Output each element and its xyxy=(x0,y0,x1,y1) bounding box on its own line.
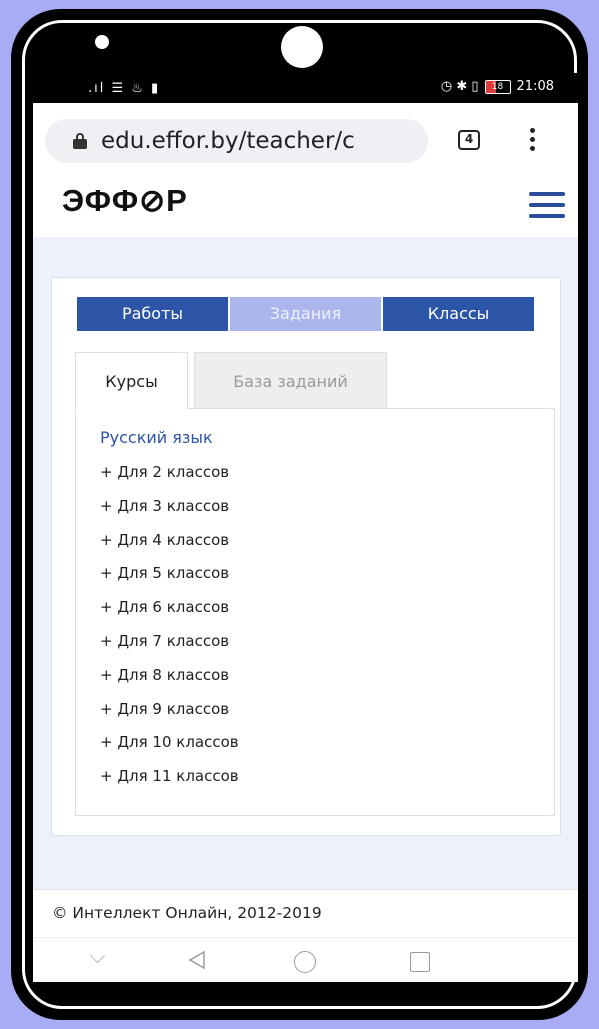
page-content: Работы Задания Классы Курсы База заданий… xyxy=(33,237,578,889)
course-list: + Для 2 классов + Для 3 классов + Для 4 … xyxy=(100,461,239,799)
url-text[interactable]: edu.effor.by/teacher/c xyxy=(101,128,355,154)
chevron-down-icon[interactable] xyxy=(90,948,105,963)
status-icons-left: .ıl ☰ ♨ ▮ xyxy=(88,81,161,96)
home-circle-icon[interactable] xyxy=(294,951,316,973)
site-header: ЭФФ⊘Р xyxy=(33,173,578,237)
list-item[interactable]: + Для 3 классов xyxy=(100,495,239,529)
tasks-button[interactable]: Задания xyxy=(230,297,381,331)
list-item[interactable]: + Для 9 классов xyxy=(100,698,239,732)
list-item[interactable]: + Для 5 классов xyxy=(100,562,239,596)
list-item[interactable]: + Для 10 классов xyxy=(100,731,239,765)
address-bar[interactable]: edu.effor.by/teacher/c xyxy=(45,119,428,163)
alarm-bluetooth-vibrate-icons: ◷ ✱ ▯ xyxy=(440,79,479,94)
android-nav-bar xyxy=(33,937,578,982)
browser-toolbar: edu.effor.by/teacher/c 4 xyxy=(33,103,578,173)
hamburger-menu-icon[interactable] xyxy=(529,192,565,218)
list-item[interactable]: + Для 6 классов xyxy=(100,596,239,630)
earpiece-sensor xyxy=(281,26,323,68)
front-camera xyxy=(95,35,109,49)
status-bar: .ıl ☰ ♨ ▮ ◷ ✱ ▯ 18 21:08 xyxy=(33,73,578,103)
battery-level: 18 xyxy=(491,81,504,92)
tab-courses[interactable]: Курсы xyxy=(75,352,188,409)
content-card: Работы Задания Классы Курсы База заданий… xyxy=(51,277,561,836)
tab-task-base[interactable]: База заданий xyxy=(194,352,387,409)
status-time: 21:08 xyxy=(516,79,554,94)
list-item[interactable]: + Для 4 классов xyxy=(100,529,239,563)
course-title[interactable]: Русский язык xyxy=(100,428,213,447)
back-triangle-icon[interactable] xyxy=(188,950,206,970)
site-logo[interactable]: ЭФФ⊘Р xyxy=(62,183,188,219)
courses-panel: Русский язык + Для 2 классов + Для 3 кла… xyxy=(75,408,555,816)
works-button[interactable]: Работы xyxy=(77,297,228,331)
recents-square-icon[interactable] xyxy=(410,952,430,972)
list-item[interactable]: + Для 7 классов xyxy=(100,630,239,664)
list-item[interactable]: + Для 8 классов xyxy=(100,664,239,698)
tab-switcher-button[interactable]: 4 xyxy=(458,130,480,150)
list-item[interactable]: + Для 11 классов xyxy=(100,765,239,799)
classes-button[interactable]: Классы xyxy=(383,297,534,331)
copyright-text: © Интеллект Онлайн, 2012-2019 xyxy=(52,904,322,922)
list-item[interactable]: + Для 2 классов xyxy=(100,461,239,495)
overflow-menu-icon[interactable] xyxy=(530,128,536,152)
status-icons-right: ◷ ✱ ▯ 18 21:08 xyxy=(441,79,554,94)
battery-icon: 18 xyxy=(484,79,511,94)
lock-icon xyxy=(73,133,87,149)
site-footer: © Интеллект Онлайн, 2012-2019 xyxy=(33,889,578,938)
